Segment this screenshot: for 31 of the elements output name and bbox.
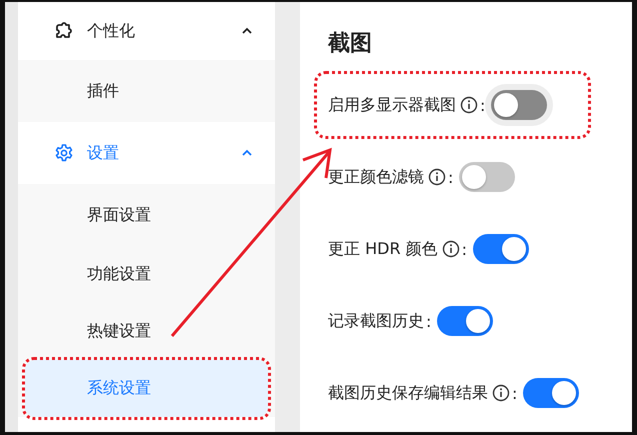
- sidebar-item[interactable]: 功能设置: [18, 246, 275, 303]
- toggle-switch[interactable]: [523, 378, 580, 408]
- sidebar-item[interactable]: 热键设置: [18, 303, 275, 360]
- info-icon[interactable]: [492, 384, 510, 402]
- sidebar-group[interactable]: 个性化: [18, 2, 275, 60]
- colon-separator: :: [462, 240, 468, 258]
- settings-icon: [54, 143, 74, 163]
- colon-separator: :: [480, 96, 486, 114]
- puzzle-icon: [54, 21, 74, 41]
- sidebar-item[interactable]: 插件: [18, 60, 275, 122]
- sidebar-group[interactable]: 设置: [18, 122, 275, 184]
- toggle-switch[interactable]: [459, 162, 516, 192]
- chevron-icon: [241, 149, 253, 157]
- info-icon[interactable]: [428, 168, 446, 186]
- setting-label: 更正 HDR 颜色: [328, 238, 438, 260]
- info-icon[interactable]: [460, 96, 478, 114]
- colon-separator: :: [512, 384, 518, 402]
- setting-label: 更正颜色滤镜: [328, 166, 424, 188]
- setting-label: 截图历史保存编辑结果: [328, 382, 488, 404]
- section-heading: 截图: [328, 30, 372, 58]
- sidebar-item[interactable]: 系统设置: [25, 360, 268, 417]
- sidebar-item[interactable]: 界面设置: [18, 184, 275, 246]
- toggle-switch[interactable]: [437, 306, 494, 336]
- colon-separator: :: [448, 168, 454, 186]
- chevron-icon: [241, 27, 253, 35]
- colon-separator: :: [426, 312, 432, 330]
- setting-label: 记录截图历史: [328, 310, 424, 332]
- toggle-switch[interactable]: [491, 90, 548, 120]
- info-icon[interactable]: [442, 240, 460, 258]
- toggle-switch[interactable]: [473, 234, 530, 264]
- setting-label: 启用多显示器截图: [328, 94, 456, 116]
